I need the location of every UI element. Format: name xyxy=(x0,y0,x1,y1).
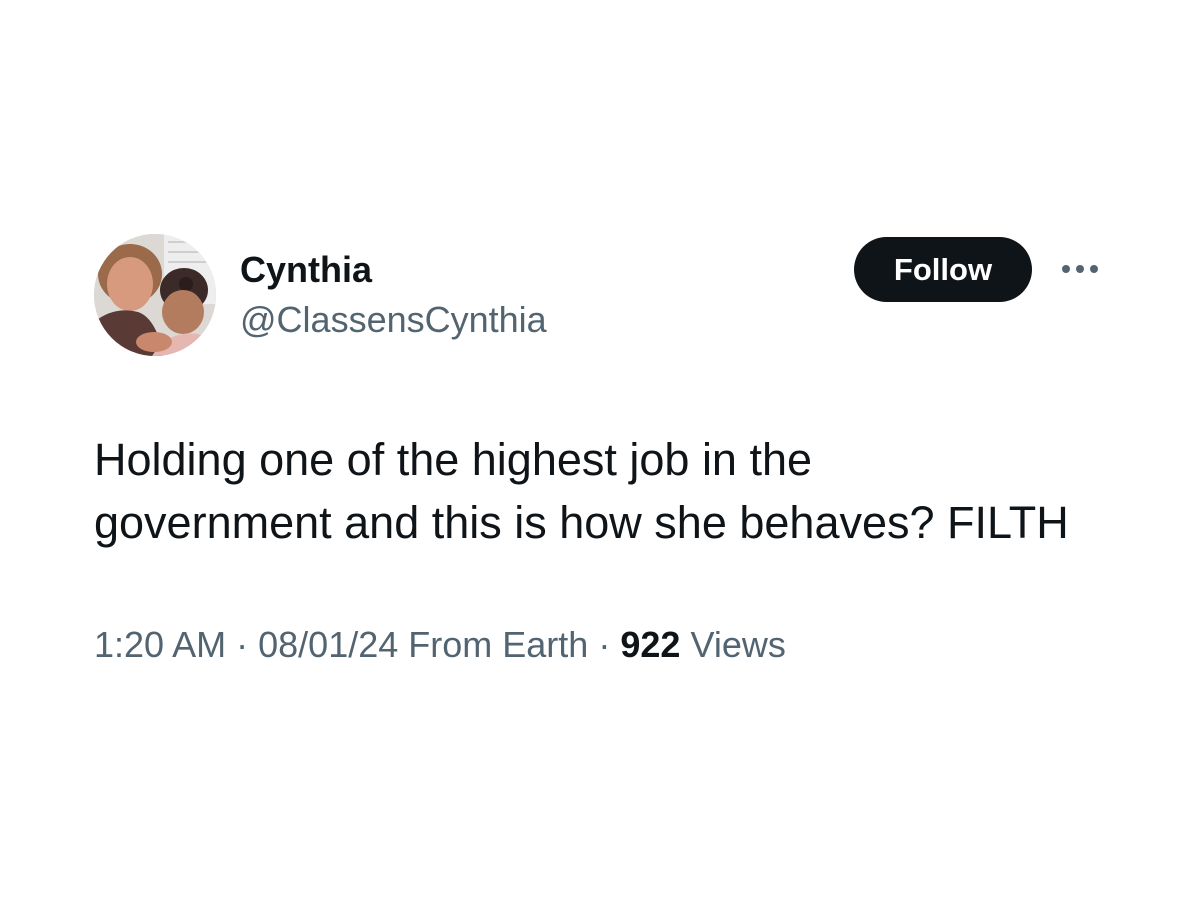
tweet-card: Cynthia @ClassensCynthia Follow Holding … xyxy=(0,0,1200,900)
display-name[interactable]: Cynthia xyxy=(240,250,372,290)
tweet-meta: 1:20 AM · 08/01/24 From Earth · 922 View… xyxy=(94,623,786,667)
follow-button[interactable]: Follow xyxy=(854,237,1032,302)
user-handle[interactable]: @ClassensCynthia xyxy=(240,300,547,340)
tweet-text-line: Holding one of the highest job in the xyxy=(94,434,813,485)
more-horizontal-icon xyxy=(1062,265,1098,273)
meta-separator: · xyxy=(598,624,611,665)
tweet-date[interactable]: 08/01/24 xyxy=(258,624,398,665)
avatar[interactable] xyxy=(94,234,216,356)
tweet-time[interactable]: 1:20 AM xyxy=(94,624,226,665)
meta-separator: · xyxy=(236,624,249,665)
tweet-text: Holding one of the highest job in the go… xyxy=(94,428,1134,554)
views-count: 922 xyxy=(620,624,681,665)
views-label: Views xyxy=(690,624,786,665)
tweet-text-line: government and this is how she behaves? … xyxy=(94,497,1069,548)
profile-photo-icon xyxy=(94,234,216,356)
more-options-button[interactable] xyxy=(1058,256,1102,282)
tweet-source: From Earth xyxy=(408,624,589,665)
